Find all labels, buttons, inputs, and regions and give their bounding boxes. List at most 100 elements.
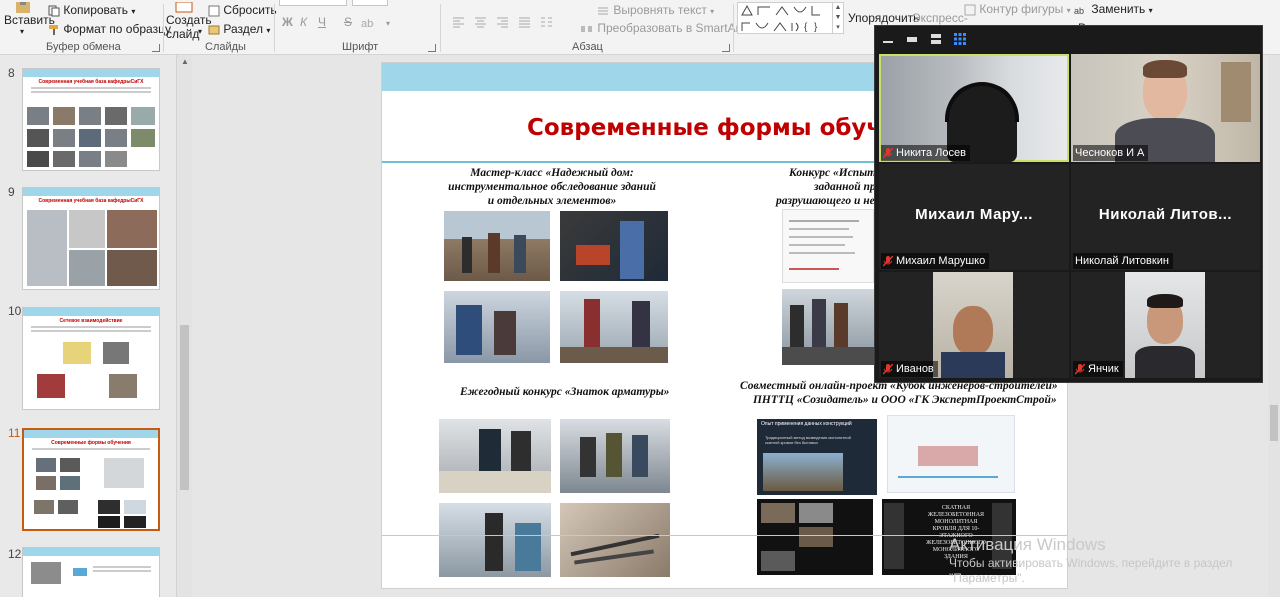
align-right-icon[interactable] [496,16,510,28]
clipboard-launcher[interactable] [152,44,160,52]
columns-icon[interactable] [540,16,554,28]
scrollbar-thumb[interactable] [1270,405,1278,441]
minimize-view-icon[interactable] [881,32,895,46]
paste-button[interactable]: Вставить ▾ [2,2,55,40]
new-slide-button[interactable]: Создать слайд ▾ [166,2,212,41]
video-shirt [941,352,1005,378]
justify-icon[interactable] [518,16,532,28]
mic-muted-icon [1075,363,1085,375]
thumb-photo [107,210,157,248]
thumb-band [23,548,159,556]
shapes-scroll[interactable]: ▲ ▼ ▾ [832,2,844,34]
doc-line [789,220,859,222]
strip-view-icon[interactable] [905,32,919,46]
person-figure [511,431,531,471]
format-painter-button[interactable]: Формат по образцу [48,22,171,36]
canvas-scrollbar[interactable] [1268,55,1280,597]
replace-icon: ab [1074,6,1084,16]
shadow-button[interactable]: abc [360,15,374,29]
caption-line: ПНТТЦ «Созидатель» и ООО «ГК ЭкспертПрое… [752,394,1057,406]
video-face [953,306,993,356]
slide-thumbnail-12[interactable] [22,547,160,597]
font-size-box[interactable] [352,0,388,6]
underline-button[interactable]: Ч [318,15,326,29]
reset-icon [208,5,220,17]
paragraph-launcher[interactable] [722,44,730,52]
slide-thumbnail-10[interactable]: Сетевое взаимодействие [22,307,160,410]
font-group-label: Шрифт [342,41,379,53]
strikethrough-button[interactable]: S [344,15,352,29]
smartart-button[interactable]: Преобразовать в SmartArt ▾ [580,21,750,35]
align-center-icon[interactable] [474,16,488,28]
thumb-text-line [31,330,151,332]
thumb-title: Современные формы обучения [51,440,131,446]
font-launcher[interactable] [428,44,436,52]
scroll-up-icon[interactable]: ▲ [181,57,189,66]
divider [440,4,441,52]
participant-tile-mikhail[interactable]: Михаил Мару... Михаил Марушко [879,164,1069,270]
caption-master-class: Мастер-класс «Надежный дом: инструментал… [437,166,667,208]
table-surface [439,471,551,493]
participant-name-label: Никита Лосев [881,145,970,161]
project-screen-1: Опыт применения данных конструкций Тради… [757,419,877,495]
font-color-button[interactable]: ▾ [386,15,390,29]
doc-line [789,228,849,230]
watermark-line: "Параметры". [949,571,1025,585]
replace-button[interactable]: ab Заменить ▾ [1074,2,1153,16]
slide-thumbnail-9[interactable]: Современная учебная база кафедрыСиГХ [22,187,160,290]
thumb-photo [69,250,105,286]
reset-button[interactable]: Сбросить [208,3,277,17]
copy-label: Копировать [63,3,128,17]
thumb-text-line [31,326,151,328]
chart-bar [918,446,978,466]
align-buttons [452,16,582,30]
video-shelf [1221,62,1251,122]
thumb-title: Современная учебная база кафедрыСиГХ [38,79,144,85]
slide-thumbnail-11[interactable]: Современные формы обучения [22,428,160,531]
align-text-button[interactable]: Выровнять текст ▾ [596,3,714,17]
thumb-photo [58,500,78,514]
align-left-icon[interactable] [452,16,466,28]
gallery-view-icon[interactable] [953,32,967,46]
express-styles-button[interactable]: Экспресс- [912,11,968,25]
section-button[interactable]: Раздел ▾ [208,22,270,36]
participant-tile-nikita[interactable]: Никита Лосев [879,54,1069,162]
shapes-gallery[interactable]: { } [737,2,833,34]
speaker-view-icon[interactable] [929,32,943,46]
participant-name-label: Янчик [1073,361,1123,377]
thumb-photo [131,107,155,125]
copy-button[interactable]: Копировать ▾ [48,3,135,17]
person-figure [456,305,482,355]
participant-tile-chesnokov[interactable]: Чесноков И А [1071,54,1260,162]
font-name-box[interactable] [279,0,347,6]
video-feed [1125,272,1205,378]
participant-tile-yanchik[interactable]: Янчик [1071,272,1260,378]
watermark-line: Чтобы активировать Windows, перейдите в … [949,556,1233,570]
shape-outline-button[interactable]: Контур фигуры ▾ [964,2,1071,16]
scrollbar-thumb[interactable] [180,325,189,490]
thumb-photo [36,476,56,490]
participant-name: Иванов [896,363,934,375]
participant-tile-ivanov[interactable]: Иванов [879,272,1069,378]
participant-display-name: Михаил Мару... [915,206,1033,223]
table-surface [560,347,668,363]
bold-button[interactable]: Ж [282,15,293,29]
italic-button[interactable]: К [300,15,307,29]
thumb-photo [31,562,61,584]
arrange-button[interactable]: Упорядочить [848,11,919,25]
slide-number: 12 [8,547,22,561]
activation-watermark-text: Чтобы активировать Windows, перейдите в … [949,556,1232,586]
thumb-title: Современная учебная база кафедрыСиГХ [38,198,144,204]
chart-line [898,476,998,478]
chevron-down-icon: ▾ [710,7,715,16]
thumb-photo [105,151,127,167]
mic-muted-icon [883,363,893,375]
thumbnail-scrollbar[interactable]: ▲ [176,55,192,597]
participant-tile-nikolay[interactable]: Николай Литов... Николай Литовкин [1071,164,1260,270]
slide-thumbnail-8[interactable]: Современная учебная база кафедрыСиГХ [22,68,160,171]
screen-photo [763,453,843,491]
thumb-photo [104,458,144,488]
thumb-arrow [73,568,87,576]
participant-display-name: Николай Литов... [1098,206,1233,223]
thumb-text-line [31,91,151,93]
